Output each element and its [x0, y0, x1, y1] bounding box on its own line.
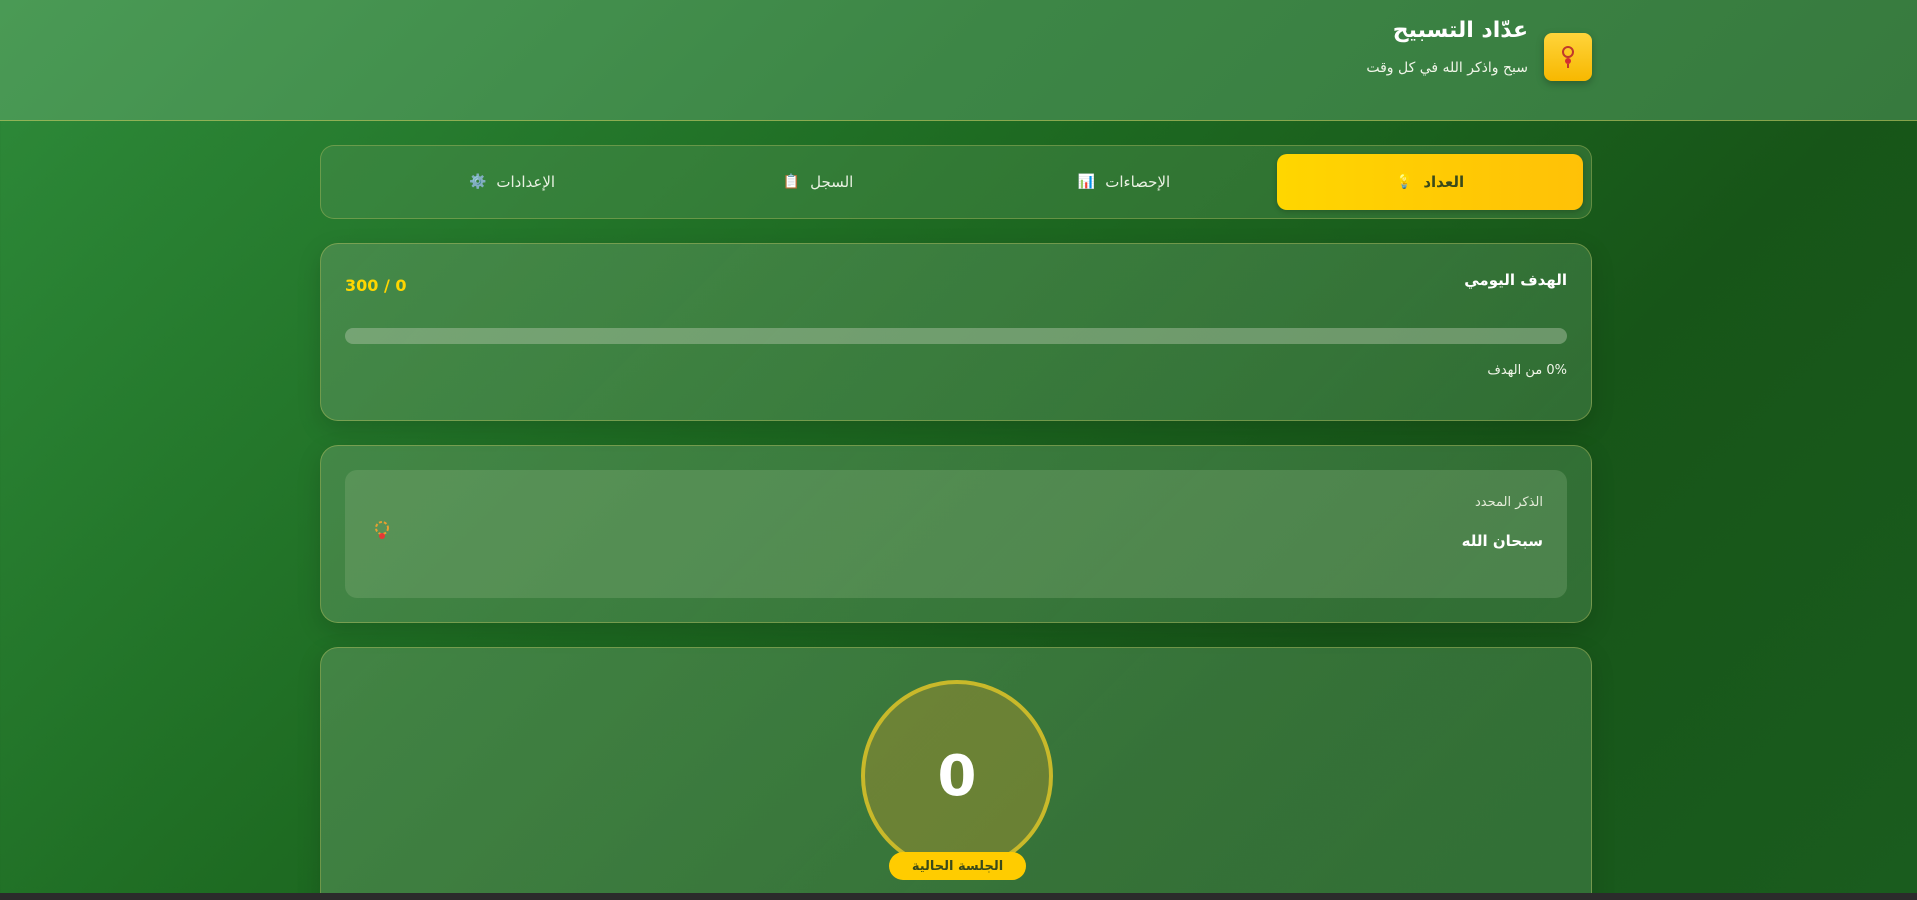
- daily-goal-count: 300 / 0: [345, 276, 407, 295]
- daily-goal-percent: 0% من الهدف: [1487, 363, 1567, 378]
- tab-counter-label: العداد: [1423, 173, 1465, 191]
- app-subtitle: سبح واذكر الله في كل وقت: [1366, 60, 1528, 76]
- current-session-badge: الجلسة الحالية: [889, 852, 1026, 880]
- bottom-edge: [0, 893, 1917, 900]
- selected-dhikr-box[interactable]: الذكر المحدد سبحان الله: [345, 470, 1567, 598]
- clipboard-icon: 📋: [782, 174, 801, 190]
- gear-icon: ⚙️: [468, 174, 487, 190]
- selected-dhikr-value: سبحان الله: [1461, 532, 1543, 550]
- prayer-beads-icon: [1544, 33, 1592, 81]
- tab-history[interactable]: السجل 📋: [665, 154, 971, 210]
- main-tabs: العداد 💡 الإحصاءات 📊 السجل 📋 الإعدادات ⚙…: [320, 145, 1592, 219]
- tab-statistics-label: الإحصاءات: [1105, 173, 1171, 191]
- tab-counter[interactable]: العداد 💡: [1277, 154, 1583, 210]
- chart-icon: 📊: [1077, 174, 1096, 190]
- counter-icon: 💡: [1395, 174, 1414, 190]
- prayer-beads-icon: [373, 520, 391, 544]
- app-title: عدّاد التسبيح: [1392, 18, 1528, 43]
- daily-goal-card: الهدف اليومي 300 / 0 0% من الهدف: [320, 243, 1592, 421]
- tab-statistics[interactable]: الإحصاءات 📊: [971, 154, 1277, 210]
- selected-dhikr-card: الذكر المحدد سبحان الله: [320, 445, 1592, 623]
- tab-settings[interactable]: الإعدادات ⚙️: [359, 154, 665, 210]
- counter-value: 0: [937, 743, 977, 809]
- daily-goal-progress-bar: [345, 328, 1567, 344]
- counter-card: 0 الجلسة الحالية: [320, 647, 1592, 900]
- counter-tap-button[interactable]: 0: [861, 680, 1053, 872]
- daily-goal-title: الهدف اليومي: [1464, 271, 1567, 289]
- tab-settings-label: الإعدادات: [496, 173, 556, 191]
- tab-history-label: السجل: [810, 173, 854, 191]
- app-header: عدّاد التسبيح سبح واذكر الله في كل وقت: [0, 0, 1917, 121]
- selected-dhikr-label: الذكر المحدد: [1475, 495, 1543, 510]
